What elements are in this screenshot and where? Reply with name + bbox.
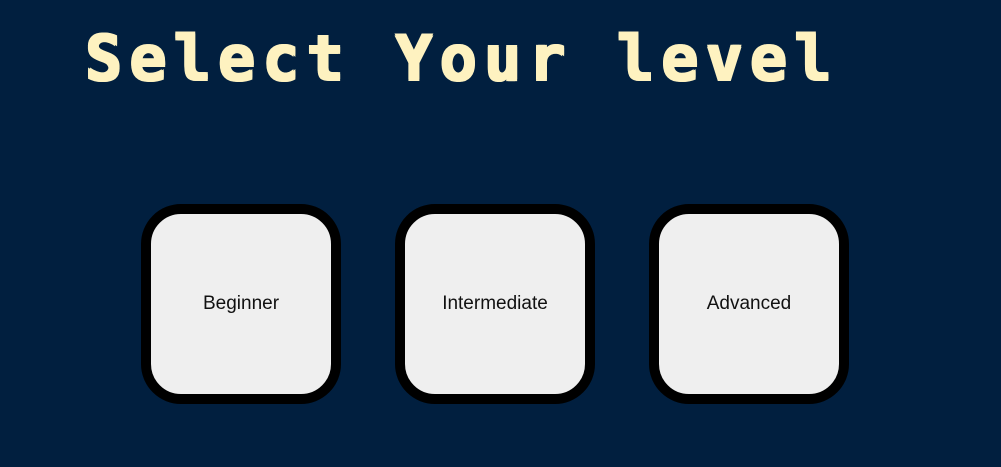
page-title: Select Your level — [84, 21, 838, 94]
beginner-button[interactable]: Beginner — [141, 204, 341, 404]
intermediate-label: Intermediate — [442, 293, 548, 314]
level-options: Beginner Intermediate Advanced — [141, 204, 849, 404]
beginner-label: Beginner — [202, 293, 280, 314]
advanced-button[interactable]: Advanced — [649, 204, 849, 404]
advanced-label: Advanced — [706, 293, 792, 314]
intermediate-button[interactable]: Intermediate — [395, 204, 595, 404]
